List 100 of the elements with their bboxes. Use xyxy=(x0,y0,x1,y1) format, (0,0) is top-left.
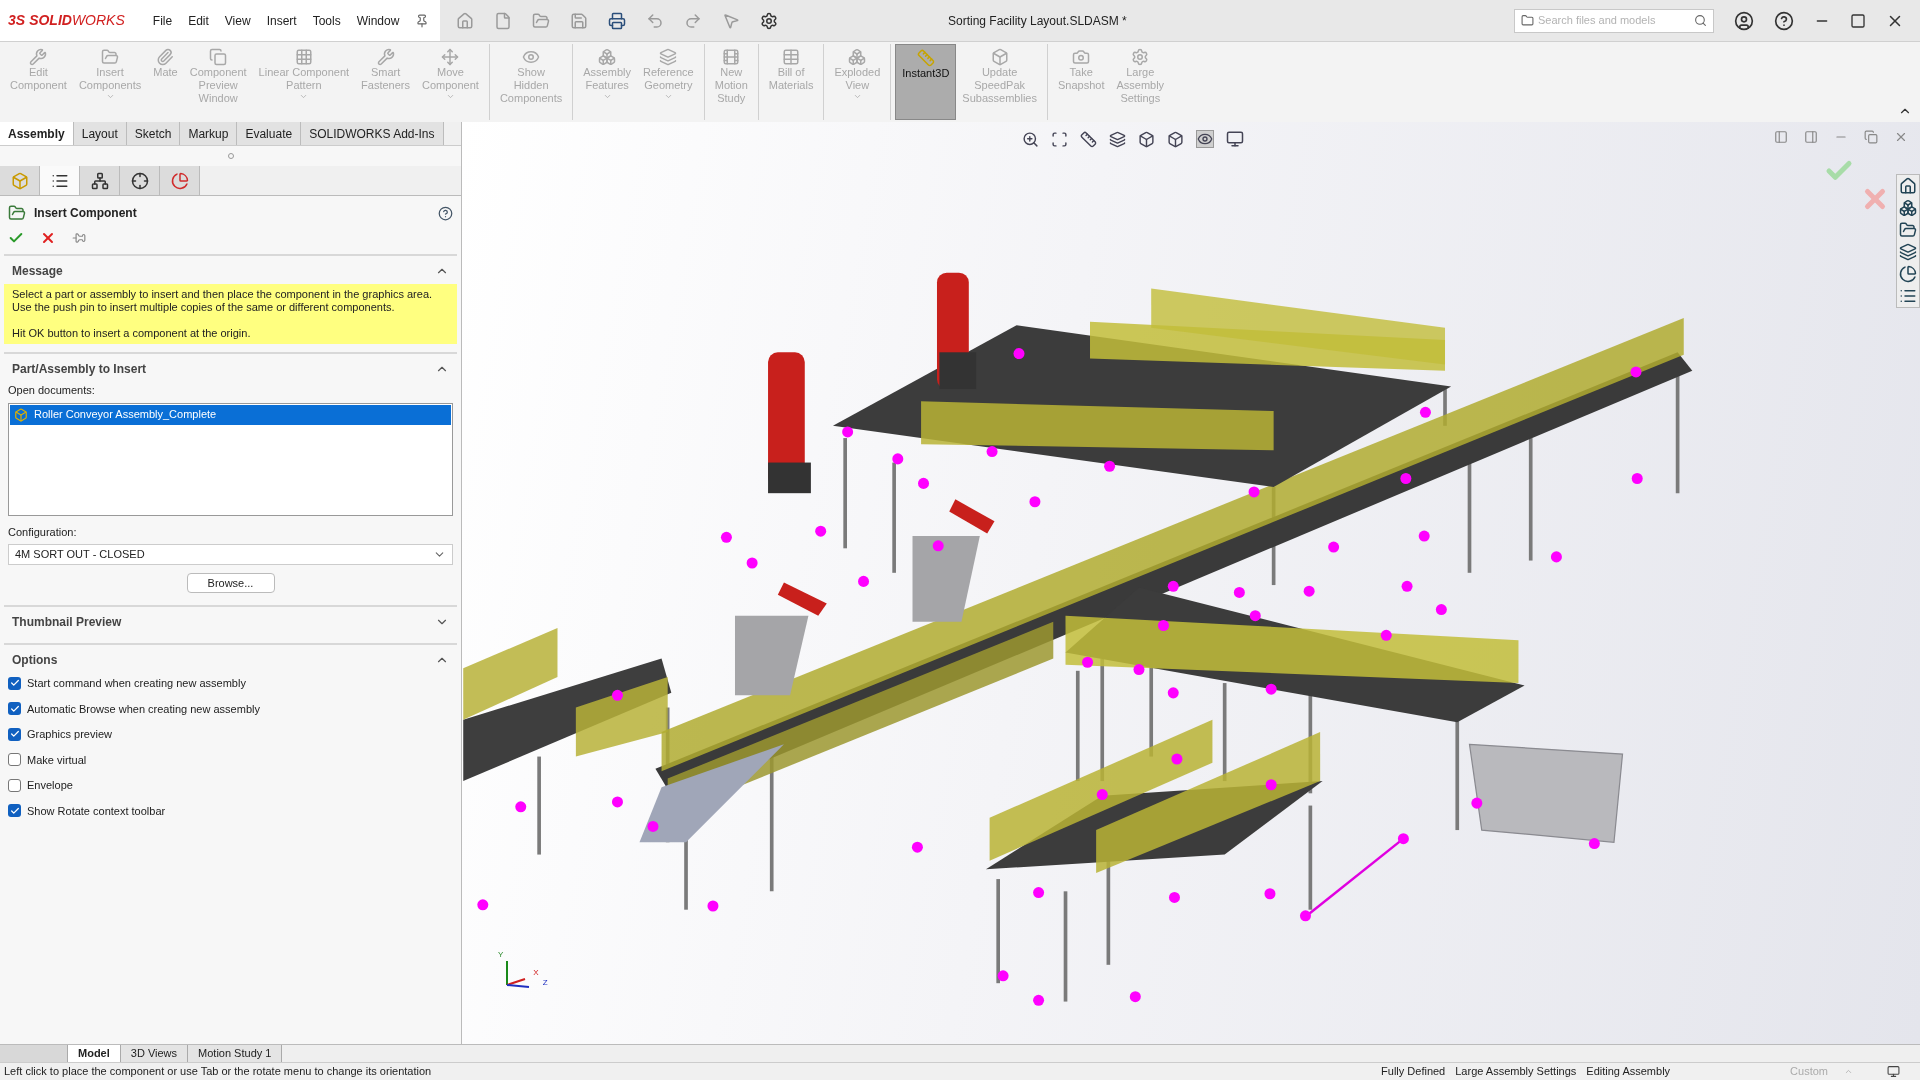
help-icon[interactable] xyxy=(1774,10,1794,31)
eye-icon xyxy=(522,48,541,66)
checkbox[interactable] xyxy=(8,753,21,767)
checkbox[interactable] xyxy=(8,804,21,818)
search-box[interactable]: Search files and models xyxy=(1514,8,1714,33)
status-item: Editing Assembly xyxy=(1586,1064,1671,1080)
ribbon-tab[interactable]: Evaluate xyxy=(237,122,302,145)
checkbox-label: Make virtual xyxy=(27,752,87,768)
ribbon-tab[interactable]: SOLIDWORKS Add-Ins xyxy=(301,122,444,145)
folder-icon xyxy=(1521,14,1534,27)
document-list[interactable]: Roller Conveyor Assembly_Complete xyxy=(8,402,453,516)
section-title: Part/Assembly to Insert xyxy=(12,361,147,378)
ribbon-tab[interactable]: Sketch xyxy=(126,122,181,145)
window-title: Sorting Facility Layout.SLDASM * xyxy=(948,12,1127,30)
folder-icon xyxy=(101,48,120,66)
menu-item[interactable]: Insert xyxy=(266,11,297,30)
axis-label: Z xyxy=(542,977,548,989)
menu-item[interactable]: File xyxy=(152,11,173,30)
crosshair-icon xyxy=(130,171,149,190)
status-icon[interactable] xyxy=(1887,1065,1900,1078)
command-button[interactable]: Instant3D xyxy=(895,44,957,120)
gear-icon xyxy=(1131,48,1150,66)
ruler-icon xyxy=(916,49,935,67)
status-message: Left click to place the component or use Tab or the rotate menu to change its orientation xyxy=(4,1064,432,1080)
menu-item[interactable]: Tools xyxy=(312,11,341,30)
section-title: Options xyxy=(12,652,58,669)
zoom-area-icon[interactable] xyxy=(1051,130,1068,148)
assembly-icon xyxy=(14,407,28,422)
menu-item[interactable]: View xyxy=(224,11,251,30)
boxes-icon xyxy=(598,48,617,66)
app-logo: 3S SOLIDWORKS xyxy=(8,11,125,30)
move-icon xyxy=(441,48,460,66)
checkbox-label: Automatic Browse when creating new assembly xyxy=(27,701,260,717)
field-label: Open documents: xyxy=(8,383,96,398)
menu-item[interactable]: Window xyxy=(356,11,400,30)
list-icon[interactable] xyxy=(1899,287,1917,305)
layers-icon[interactable] xyxy=(1899,243,1917,261)
section-title: Thumbnail Preview xyxy=(12,614,122,631)
checkbox[interactable] xyxy=(8,702,21,716)
settings-icon[interactable] xyxy=(760,11,778,30)
cube-icon xyxy=(10,171,29,190)
tree-icon xyxy=(90,171,109,190)
checkbox-label: Start command when creating new assembly xyxy=(27,676,246,691)
checkbox[interactable] xyxy=(8,727,21,741)
window-icon xyxy=(209,48,228,66)
ribbon-tab[interactable]: Markup xyxy=(180,122,238,145)
camera-icon xyxy=(1072,48,1091,66)
model-tab[interactable]: 3D Views xyxy=(120,1045,189,1062)
checkbox-label: Show Rotate context toolbar xyxy=(27,803,166,819)
monitor-icon[interactable] xyxy=(1226,130,1244,148)
grid-icon xyxy=(294,48,313,66)
browse-button[interactable]: Browse... xyxy=(186,573,275,593)
wrench-icon xyxy=(376,48,395,66)
cube-icon[interactable] xyxy=(1138,130,1155,148)
manager-tab[interactable] xyxy=(80,166,120,195)
checkbox[interactable] xyxy=(8,778,21,792)
axis-label: X xyxy=(533,967,539,979)
manager-tab[interactable] xyxy=(40,166,80,195)
status-item: Fully Defined xyxy=(1381,1064,1446,1080)
cancel-icon[interactable] xyxy=(40,230,56,246)
checkbox[interactable] xyxy=(8,676,21,690)
message-text: Select a part or assembly to insert and then place the component in the graphics area. Use the push pin to insert multiple copies of the same or different components. xyxy=(12,288,434,314)
paperclip-icon xyxy=(156,48,175,66)
ribbon-tab[interactable]: Layout xyxy=(73,122,127,145)
maximize-icon[interactable] xyxy=(1850,12,1866,29)
ribbon-tab[interactable]: Assembly xyxy=(0,122,74,145)
axis-label: Y xyxy=(498,949,504,961)
menu-item[interactable]: Edit xyxy=(188,11,209,30)
configuration-dropdown[interactable]: 4M SORT OUT - CLOSED xyxy=(8,544,453,565)
layers-icon xyxy=(659,48,678,66)
zoom-icon[interactable] xyxy=(1022,130,1039,148)
home-icon[interactable] xyxy=(1899,177,1917,195)
folder-icon[interactable] xyxy=(1899,221,1917,239)
pie-icon xyxy=(170,171,189,190)
search-input[interactable]: Search files and models xyxy=(1538,12,1690,29)
wrench-icon xyxy=(29,48,48,66)
panel-title: Insert Component xyxy=(34,205,137,222)
model-tab[interactable]: Model xyxy=(68,1045,121,1062)
eye-icon[interactable] xyxy=(1196,130,1214,148)
cube-icon xyxy=(990,48,1009,66)
pin-icon[interactable] xyxy=(415,13,430,28)
printer-icon[interactable] xyxy=(608,11,626,30)
document-item[interactable]: Roller Conveyor Assembly_Complete xyxy=(10,404,451,425)
field-label: Configuration: xyxy=(8,524,78,540)
message-text: Hit OK button to insert a component at the origin. xyxy=(12,327,252,340)
checkbox-label: Envelope xyxy=(27,778,73,793)
model-tab[interactable]: Motion Study 1 xyxy=(188,1045,283,1062)
search-icon[interactable] xyxy=(1694,14,1707,27)
section-title: Message xyxy=(12,263,63,280)
graphics-area[interactable]: Y X Z xyxy=(462,122,1920,1044)
help-icon[interactable] xyxy=(438,205,453,221)
boxes-icon xyxy=(848,48,867,66)
film-icon xyxy=(722,48,741,66)
manager-tab[interactable] xyxy=(120,166,160,195)
push-pin-icon[interactable] xyxy=(72,231,86,245)
account-icon[interactable] xyxy=(1734,10,1754,31)
status-item: Large Assembly Settings xyxy=(1455,1064,1577,1080)
table-icon xyxy=(782,48,801,66)
checkbox-label: Graphics preview xyxy=(27,727,112,742)
restore-icon[interactable] xyxy=(1864,130,1878,144)
